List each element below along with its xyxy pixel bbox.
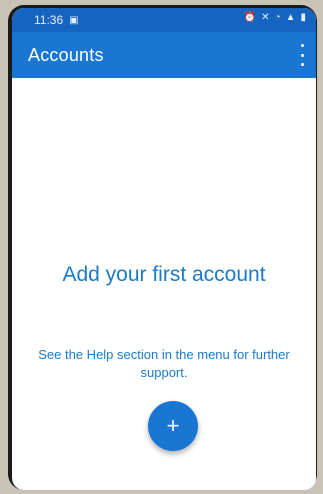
- more-vert-icon[interactable]: [298, 44, 306, 66]
- help-text: See the Help section in the menu for fur…: [38, 347, 290, 380]
- wifi-icon: ◔: [274, 12, 281, 23]
- alarm-icon: ⏰: [243, 12, 257, 23]
- empty-state-headline: Add your first account: [62, 263, 266, 286]
- signal-icon: ▲: [285, 12, 296, 23]
- mute-icon: ✕: [261, 12, 270, 23]
- add-account-button[interactable]: +: [148, 401, 198, 451]
- status-icons: ⏰ ✕ ◔ ▲ ▮: [244, 12, 306, 23]
- battery-icon: ▮: [300, 12, 306, 23]
- image-notification-icon: ▣: [69, 14, 79, 26]
- phone-screen: 11:36 ▣ ⏰ ✕ ◔ ▲ ▮ Accounts Add your firs…: [12, 8, 316, 490]
- plus-icon: +: [166, 413, 180, 438]
- page-title: Accounts: [28, 44, 104, 65]
- status-time: 11:36: [34, 13, 64, 27]
- app-bar: Accounts: [12, 32, 316, 78]
- status-bar: 11:36 ▣ ⏰ ✕ ◔ ▲ ▮: [12, 8, 316, 32]
